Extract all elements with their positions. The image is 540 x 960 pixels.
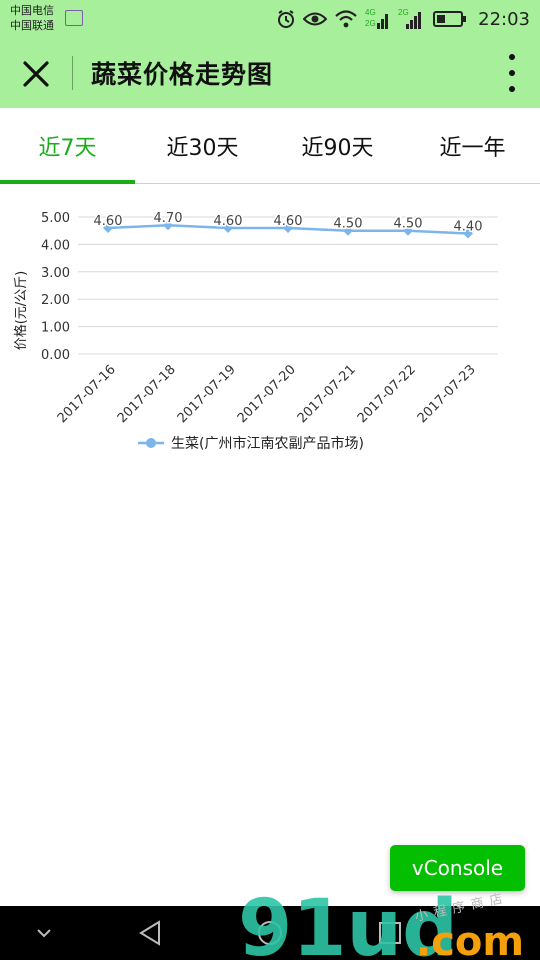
- price-trend-chart: 0.00 1.00 2.00 3.00 4.00 5.00 价格(元/公斤) 2017-07-…: [13, 210, 498, 452]
- data-label: 4.60: [94, 214, 123, 229]
- legend-label: 生菜(广州市江南农副产品市场): [171, 435, 364, 452]
- eye-icon: [303, 12, 328, 26]
- y-tick-label: 3.00: [41, 266, 70, 281]
- signal-2-icon: 2G: [398, 8, 422, 29]
- page-title: 蔬菜价格走势图: [91, 60, 274, 89]
- y-tick-label: 4.00: [41, 238, 70, 253]
- status-icons: 4G 2G 2G 22:03: [276, 7, 530, 31]
- gallery-notification-icon: [65, 10, 83, 26]
- signal-1-icon: 4G 2G: [365, 8, 389, 29]
- x-tick-label: 2017-07-19: [175, 362, 239, 426]
- collapse-nav-button[interactable]: [20, 906, 68, 960]
- wifi-icon: [335, 10, 357, 28]
- back-button[interactable]: [126, 906, 174, 960]
- data-label: 4.60: [274, 214, 303, 229]
- legend-marker: [146, 438, 156, 448]
- x-tick-label: 2017-07-22: [355, 362, 419, 426]
- watermark-suffix: .com: [416, 919, 524, 960]
- more-menu-icon[interactable]: [506, 54, 518, 92]
- y-tick-label: 5.00: [41, 211, 70, 226]
- data-label: 4.50: [334, 217, 363, 232]
- tab-30-days[interactable]: 近30天: [135, 108, 270, 183]
- carrier-names: 中国电信 中国联通: [10, 3, 54, 33]
- clock: 22:03: [478, 8, 530, 30]
- y-tick-label: 0.00: [41, 348, 70, 363]
- carrier-2: 中国联通: [10, 19, 54, 32]
- x-tick-label: 2017-07-20: [235, 362, 299, 426]
- x-tick-label: 2017-07-21: [295, 362, 359, 426]
- net-label-2g-b: 2G: [398, 8, 409, 17]
- data-label: 4.60: [214, 214, 243, 229]
- y-axis-label: 价格(元/公斤): [13, 271, 29, 351]
- tab-1-year[interactable]: 近一年: [405, 108, 540, 183]
- x-tick-label: 2017-07-18: [115, 362, 179, 426]
- site-watermark: 91ud .com 小程序商店: [238, 885, 524, 960]
- more-dot: [509, 54, 515, 60]
- close-icon[interactable]: [18, 56, 54, 92]
- y-tick-label: 2.00: [41, 293, 70, 308]
- data-label: 4.50: [394, 217, 423, 232]
- tab-90-days[interactable]: 近90天: [270, 108, 405, 183]
- x-tick-label: 2017-07-23: [415, 362, 479, 426]
- nav-divider: [72, 56, 73, 90]
- x-tick-label: 2017-07-16: [55, 362, 119, 426]
- more-dot: [509, 86, 515, 92]
- status-bar: 中国电信 中国联通 4G 2G 2G 22:03: [0, 0, 540, 38]
- chevron-down-icon: [37, 929, 51, 938]
- data-label: 4.40: [454, 219, 483, 234]
- net-label-4g: 4G: [365, 8, 376, 17]
- tab-7-days[interactable]: 近7天: [0, 108, 135, 184]
- more-dot: [509, 70, 515, 76]
- navigation-bar: 蔬菜价格走势图: [0, 38, 540, 108]
- data-label: 4.70: [154, 211, 183, 226]
- alarm-icon: [278, 10, 295, 28]
- battery-icon: [433, 11, 467, 27]
- carrier-1: 中国电信: [10, 4, 54, 17]
- net-label-2g-a: 2G: [365, 19, 376, 28]
- period-tabs: 近7天 近30天 近90天 近一年: [0, 108, 540, 184]
- back-triangle-icon: [139, 920, 160, 946]
- y-tick-label: 1.00: [41, 321, 70, 336]
